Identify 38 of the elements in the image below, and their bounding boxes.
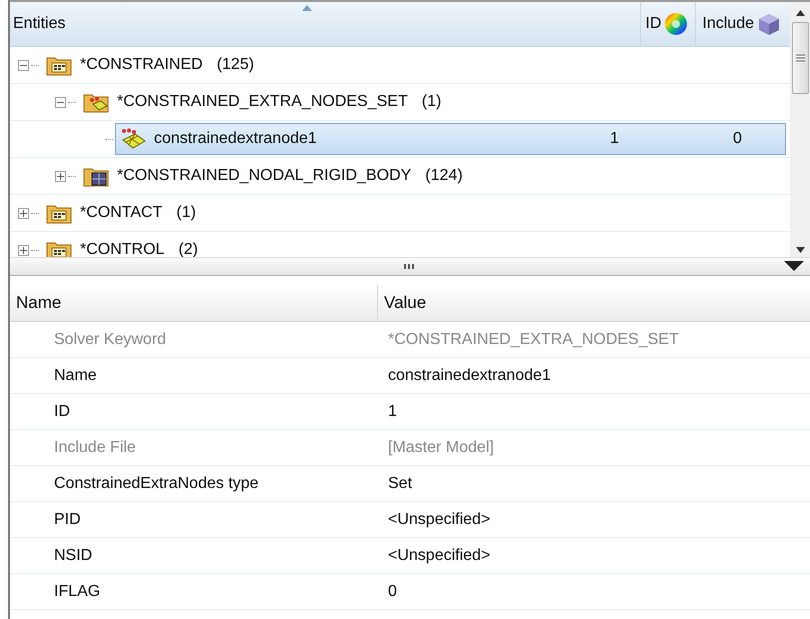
plus-icon <box>56 172 65 180</box>
grip-icon <box>796 54 804 62</box>
tree-item[interactable]: *CONTACT (1) <box>41 197 203 229</box>
scroll-down-icon[interactable] <box>796 247 804 253</box>
column-header[interactable]: Entities <box>10 2 640 46</box>
tree-item[interactable]: *CONSTRAINED_EXTRA_NODES_SET (1) <box>78 86 448 118</box>
column-header[interactable]: Name <box>10 285 378 321</box>
property-value[interactable]: constrainedextranode1 <box>378 366 551 384</box>
property-value[interactable]: Set <box>378 474 412 492</box>
property-name: Include File <box>53 438 137 456</box>
property-name: Solver Keyword <box>53 330 168 348</box>
cube-icon <box>756 11 782 37</box>
scrollbar[interactable] <box>790 2 810 257</box>
tree-item[interactable]: *CONSTRAINED_NODAL_RIGID_BODY (124) <box>78 160 470 192</box>
column-header[interactable]: ID <box>640 2 696 46</box>
property-name: ConstrainedExtraNodes type <box>53 474 260 492</box>
expand-toggle[interactable] <box>18 208 29 218</box>
collapse-toggle[interactable] <box>55 96 66 108</box>
property-name: Name <box>53 366 98 384</box>
property-name: ID <box>53 402 71 420</box>
tree-item[interactable]: *CONSTRAINED (125) <box>41 49 262 81</box>
tree-item[interactable]: constrainedextranode1 1 0 <box>115 123 786 155</box>
property-value[interactable]: 1 <box>378 402 397 420</box>
property-name: IFLAG <box>53 582 102 600</box>
plus-icon <box>19 208 28 218</box>
scroll-up-icon[interactable] <box>796 10 804 16</box>
expand-toggle[interactable] <box>18 244 29 256</box>
color-wheel-icon <box>663 11 690 37</box>
plus-icon <box>19 246 28 254</box>
property-value[interactable]: <Unspecified> <box>378 510 490 528</box>
property-value[interactable]: <Unspecified> <box>378 546 490 564</box>
property-name: NSID <box>53 546 94 564</box>
node-set-icon <box>120 128 146 150</box>
collapse-toggle[interactable] <box>18 60 29 70</box>
property-value[interactable]: 0 <box>378 582 397 600</box>
column-header[interactable]: Value <box>378 285 426 321</box>
property-name: PID <box>53 510 82 528</box>
expand-toggle[interactable] <box>55 170 66 182</box>
